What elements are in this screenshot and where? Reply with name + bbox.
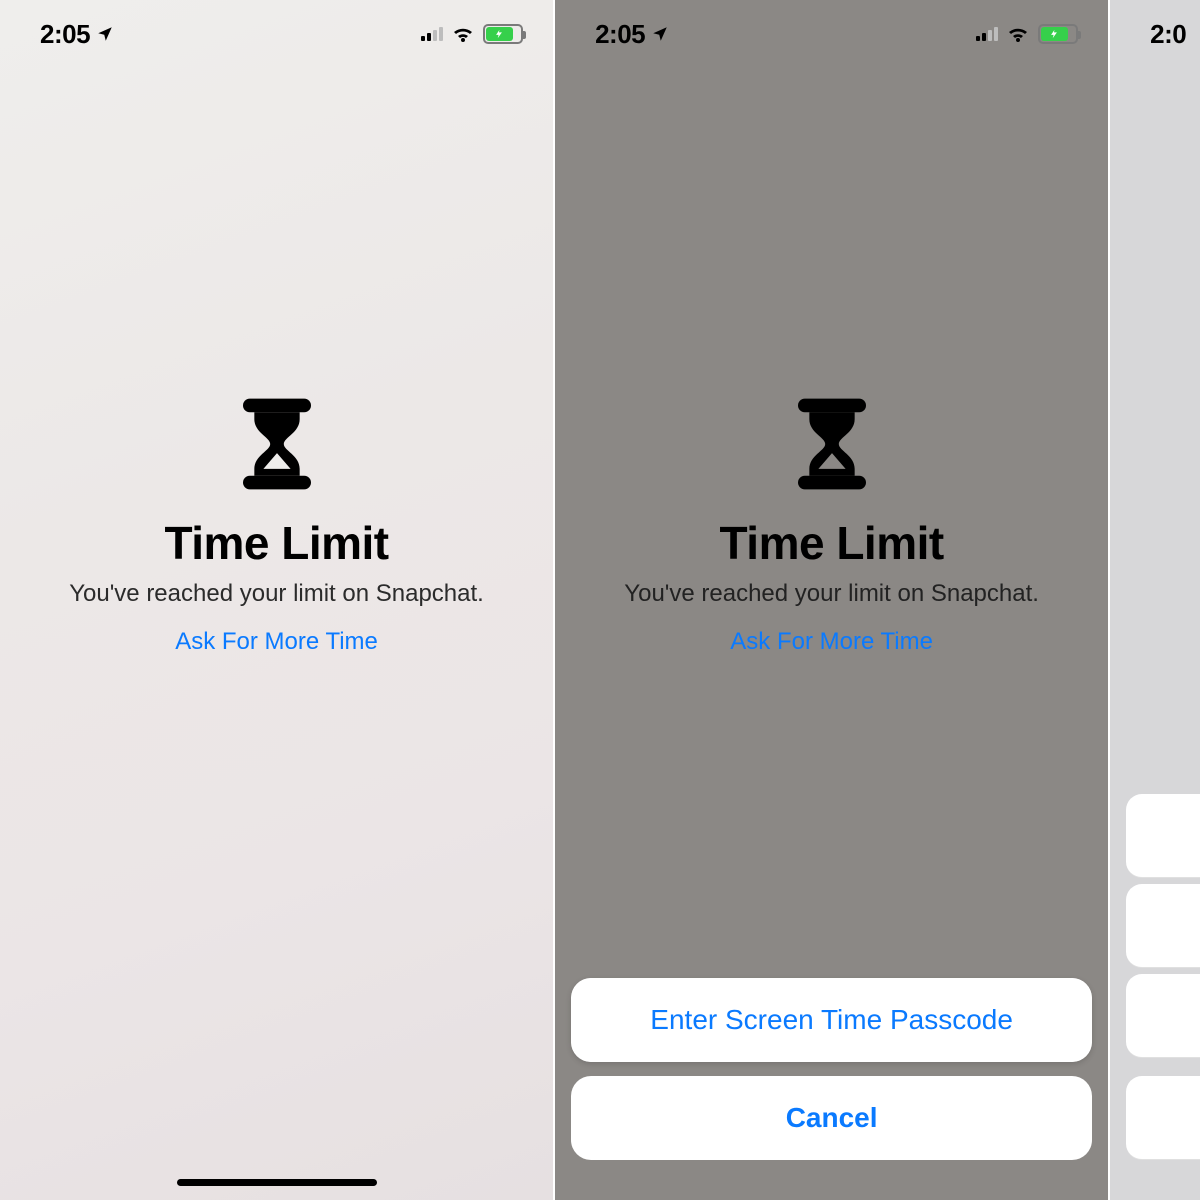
status-left: 2:05: [595, 19, 669, 50]
time-limit-block: Time Limit You've reached your limit on …: [555, 398, 1108, 656]
status-bar: 2:05: [555, 0, 1108, 60]
wifi-icon: [1006, 22, 1030, 46]
screenshot-3-partial: 2:0: [1110, 0, 1200, 1200]
enter-passcode-button[interactable]: Enter Screen Time Passcode: [571, 978, 1092, 1062]
sheet-cancel-row[interactable]: [1126, 1076, 1200, 1160]
ask-for-more-time-link[interactable]: Ask For More Time: [730, 628, 933, 656]
screenshot-2: 2:05 Time Limit You've reached you: [555, 0, 1108, 1200]
status-time: 2:05: [595, 19, 645, 50]
time-limit-block: Time Limit You've reached your limit on …: [0, 398, 553, 656]
battery-charging-icon: [483, 24, 523, 44]
location-arrow-icon: [651, 25, 669, 43]
location-arrow-icon: [96, 25, 114, 43]
time-limit-subtitle: You've reached your limit on Snapchat.: [624, 580, 1039, 608]
sheet-option-row[interactable]: [1126, 884, 1200, 968]
status-time-partial: 2:0: [1150, 19, 1186, 50]
hourglass-icon: [243, 398, 311, 490]
wifi-icon: [451, 22, 475, 46]
action-sheet-partial: [1126, 794, 1200, 1160]
status-right: [976, 22, 1078, 46]
sheet-option-row[interactable]: [1126, 974, 1200, 1058]
hourglass-icon: [798, 398, 866, 490]
cellular-signal-icon: [976, 27, 998, 41]
status-left: 2:05: [40, 19, 114, 50]
screenshot-1: 2:05 Time Limit You've reached you: [0, 0, 553, 1200]
action-sheet-group: Enter Screen Time Passcode: [571, 978, 1092, 1062]
time-limit-title: Time Limit: [164, 516, 388, 570]
sheet-option-row[interactable]: [1126, 794, 1200, 878]
ask-for-more-time-link[interactable]: Ask For More Time: [175, 628, 378, 656]
status-bar: 2:05: [0, 0, 553, 60]
battery-charging-icon: [1038, 24, 1078, 44]
time-limit-subtitle: You've reached your limit on Snapchat.: [69, 580, 484, 608]
cancel-button[interactable]: Cancel: [571, 1076, 1092, 1160]
cellular-signal-icon: [421, 27, 443, 41]
action-sheet: Enter Screen Time Passcode Cancel: [571, 978, 1092, 1160]
home-indicator[interactable]: [177, 1179, 377, 1186]
status-right: [421, 22, 523, 46]
status-bar: 2:0: [1110, 0, 1200, 60]
status-time: 2:05: [40, 19, 90, 50]
time-limit-title: Time Limit: [720, 516, 944, 570]
status-left: 2:0: [1150, 19, 1186, 50]
